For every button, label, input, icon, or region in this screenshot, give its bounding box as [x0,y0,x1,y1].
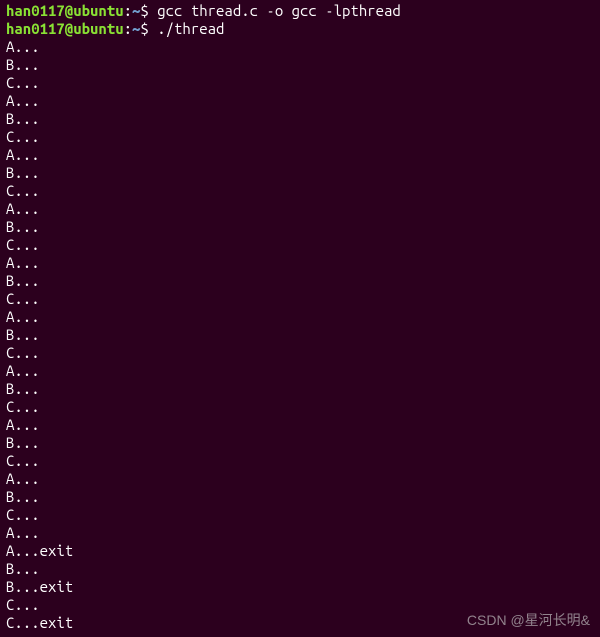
output-line: A... [6,200,594,218]
prompt-userhost: han0117@ubuntu [6,20,124,37]
output-line: A...exit [6,542,594,560]
output-line: B... [6,488,594,506]
output-line: C... [6,344,594,362]
output-line: C... [6,398,594,416]
output-line: B... [6,326,594,344]
output-line: C... [6,452,594,470]
output-line: A... [6,524,594,542]
output-line: A... [6,146,594,164]
prompt-dollar: $ [140,20,148,37]
output-line: C... [6,182,594,200]
output-line: B... [6,272,594,290]
command-1 [149,2,157,19]
output-line: A... [6,92,594,110]
output-line: B... [6,164,594,182]
output-line: B... [6,110,594,128]
prompt-line-2: han0117@ubuntu:~$ ./thread [6,20,594,38]
output-line: B... [6,434,594,452]
prompt-dollar: $ [140,2,148,19]
prompt-userhost: han0117@ubuntu [6,2,124,19]
output-line: A... [6,308,594,326]
output-line: C...exit [6,614,594,632]
command-2 [149,20,157,37]
prompt-line-1: han0117@ubuntu:~$ gcc thread.c -o gcc -l… [6,2,594,20]
output-line: C... [6,596,594,614]
prompt-colon: : [124,2,132,19]
output-line: A... [6,416,594,434]
output-line: B... [6,380,594,398]
output-line: B...exit [6,578,594,596]
output-line: A... [6,470,594,488]
command-2-text: ./thread [157,20,224,37]
output-line: B... [6,56,594,74]
command-1-text: gcc thread.c -o gcc -lpthread [157,2,401,19]
output-line: C... [6,506,594,524]
output-line: A... [6,362,594,380]
output-line: B... [6,218,594,236]
output-line: C... [6,128,594,146]
output-line: C... [6,74,594,92]
output-line: A... [6,254,594,272]
output-line: C... [6,290,594,308]
output-line: A... [6,38,594,56]
output-line: B... [6,560,594,578]
prompt-colon: : [124,20,132,37]
output-line: C... [6,236,594,254]
